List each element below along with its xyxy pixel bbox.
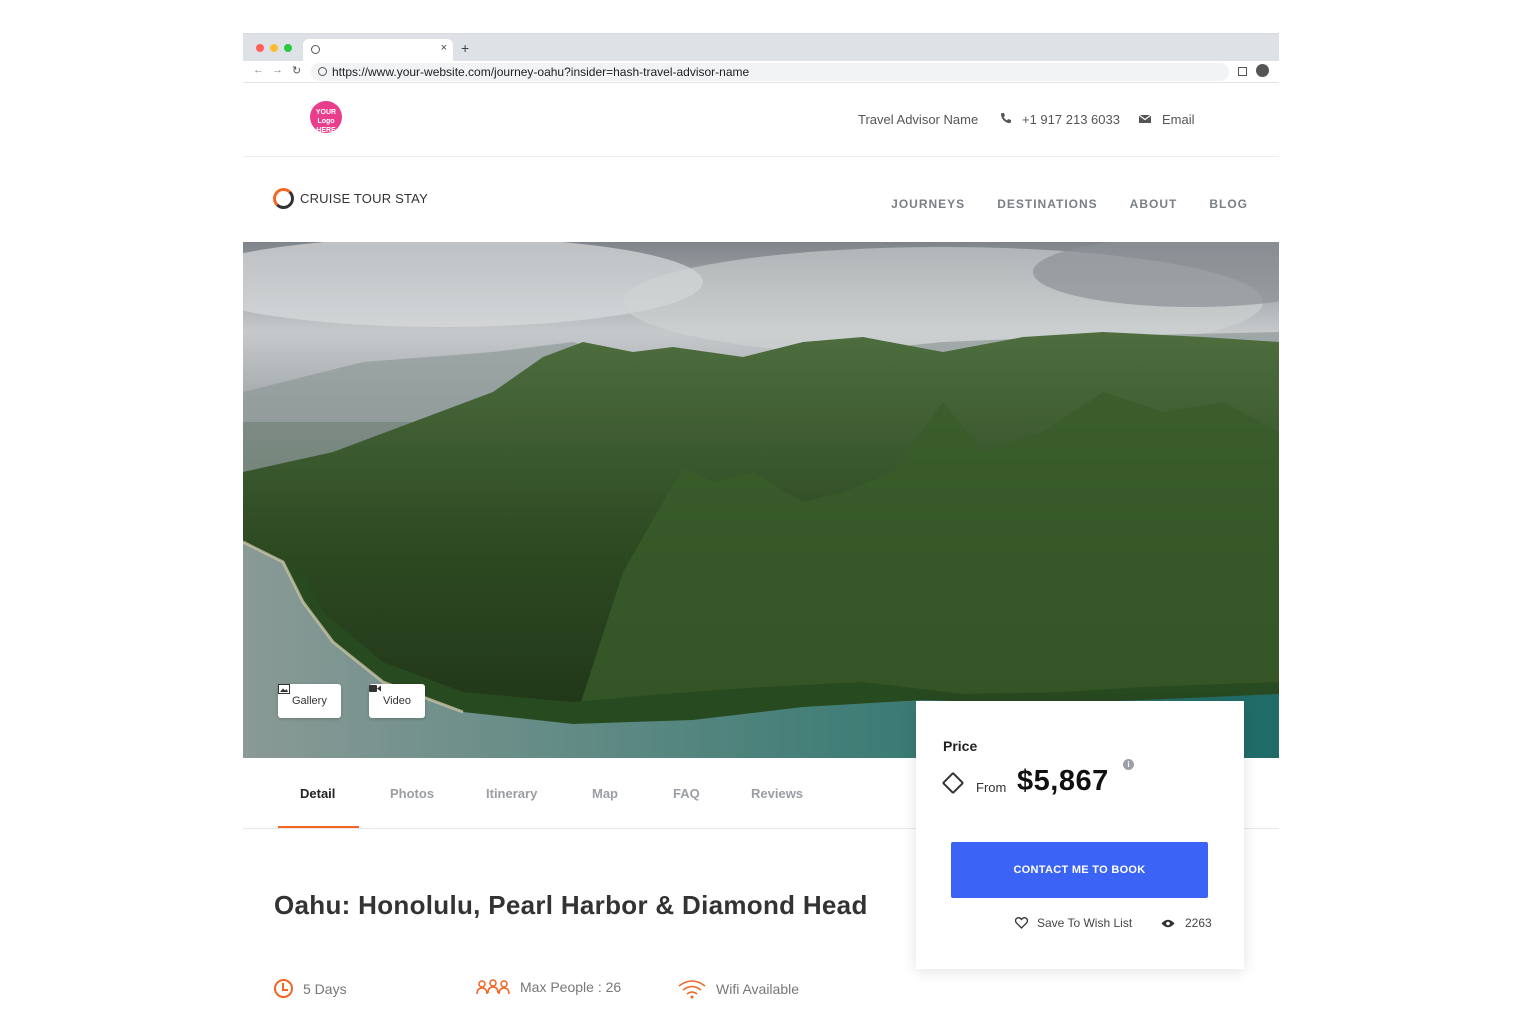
journey-title: Oahu: Honolulu, Pearl Harbor & Diamond H…: [274, 890, 868, 920]
brand-name-part2: TOUR STAY: [350, 191, 428, 206]
logo-line: YOUR: [315, 109, 337, 116]
nav-about[interactable]: ABOUT: [1130, 197, 1178, 211]
feature-max-people: Max People : 26: [476, 979, 621, 995]
close-tab-icon[interactable]: ×: [441, 42, 447, 54]
nav-journeys[interactable]: JOURNEYS: [891, 197, 965, 211]
wifi-text: Wifi Available: [716, 981, 800, 997]
gallery-button[interactable]: Gallery: [278, 684, 341, 718]
brand-name-part1: CRUISE: [300, 191, 351, 206]
view-count: 2263: [1161, 916, 1212, 930]
logo-line: Logo: [317, 118, 335, 125]
brand-name: CRUISE TOUR STAY: [300, 191, 428, 206]
url-text[interactable]: https://www.your-website.com/journey-oah…: [332, 65, 749, 79]
heart-icon: [1015, 917, 1028, 929]
tab-itinerary[interactable]: Itinerary: [486, 786, 537, 801]
close-window-button[interactable]: [256, 44, 264, 52]
hero-image: Gallery Video: [243, 242, 1279, 758]
maximize-window-button[interactable]: [284, 44, 292, 52]
nav-destinations[interactable]: DESTINATIONS: [997, 197, 1097, 211]
forward-icon[interactable]: →: [272, 64, 283, 76]
wishlist-label: Save To Wish List: [1037, 916, 1133, 930]
price-card: Price From $5,867 i CONTACT ME TO BOOK S…: [916, 701, 1244, 969]
main-navigation: CRUISE TOUR STAY JOURNEYS DESTINATIONS A…: [243, 157, 1279, 242]
clock-icon: [274, 979, 293, 998]
phone-icon: [1000, 112, 1012, 127]
brand-swirl-icon: [273, 188, 294, 209]
logo-line: HERE: [316, 127, 336, 134]
price-tag-icon: [941, 771, 965, 795]
tab-detail[interactable]: Detail: [300, 786, 335, 801]
business-logo[interactable]: YOUR Logo HERE: [310, 101, 342, 134]
brand-logo[interactable]: CRUISE TOUR STAY: [273, 188, 428, 209]
email-link[interactable]: Email: [1162, 112, 1195, 127]
window-controls: [256, 44, 292, 52]
advisor-name: Travel Advisor Name: [858, 112, 979, 127]
back-icon[interactable]: ←: [253, 64, 264, 76]
video-camera-icon: [369, 685, 381, 692]
primary-menu: JOURNEYS DESTINATIONS ABOUT BLOG: [891, 197, 1248, 211]
minimize-window-button[interactable]: [270, 44, 278, 52]
price-amount: $5,867: [1017, 765, 1109, 797]
sidepanel-icon[interactable]: [1238, 67, 1247, 76]
tab-reviews[interactable]: Reviews: [751, 786, 803, 801]
profile-icon[interactable]: [1256, 64, 1269, 77]
nav-blog[interactable]: BLOG: [1209, 197, 1248, 211]
browser-toolbar: ← → ↻ https://www.your-website.com/journ…: [243, 61, 1279, 83]
image-icon: [278, 684, 290, 694]
browser-tab[interactable]: ×: [303, 39, 453, 61]
globe-icon: [311, 45, 320, 54]
phone-link[interactable]: +1 917 213 6033: [1022, 112, 1120, 127]
max-people-text: Max People : 26: [520, 979, 622, 995]
tab-faq[interactable]: FAQ: [673, 786, 700, 801]
info-icon[interactable]: i: [1123, 759, 1134, 770]
contact-to-book-button[interactable]: CONTACT ME TO BOOK: [951, 842, 1208, 898]
browser-tab-bar: × +: [243, 34, 1279, 61]
gallery-label: Gallery: [292, 695, 327, 707]
price-label: Price: [943, 738, 978, 754]
eye-icon: [1161, 919, 1175, 927]
advisor-bar: YOUR Logo HERE Travel Advisor Name +1 91…: [243, 83, 1279, 157]
group-icon: [476, 979, 510, 995]
site-info-icon[interactable]: [318, 67, 327, 76]
views-text: 2263: [1185, 916, 1212, 930]
feature-wifi: Wifi Available: [678, 979, 799, 999]
wifi-icon: [678, 980, 706, 999]
tab-photos[interactable]: Photos: [390, 786, 434, 801]
video-button[interactable]: Video: [369, 684, 425, 718]
envelope-icon: [1138, 112, 1152, 127]
feature-duration: 5 Days: [274, 979, 347, 998]
save-to-wishlist-button[interactable]: Save To Wish List: [1015, 916, 1132, 930]
active-tab-indicator: [278, 826, 359, 828]
price-from-label: From: [976, 780, 1007, 795]
video-label: Video: [383, 695, 411, 707]
mountain-landscape: [243, 242, 1279, 758]
address-bar[interactable]: https://www.your-website.com/journey-oah…: [311, 63, 1229, 81]
reload-icon[interactable]: ↻: [292, 64, 301, 77]
browser-window: × + ← → ↻ https://www.your-website.com/j…: [243, 33, 1279, 1024]
new-tab-button[interactable]: +: [461, 40, 469, 56]
duration-text: 5 Days: [303, 980, 347, 997]
tab-map[interactable]: Map: [592, 786, 618, 801]
